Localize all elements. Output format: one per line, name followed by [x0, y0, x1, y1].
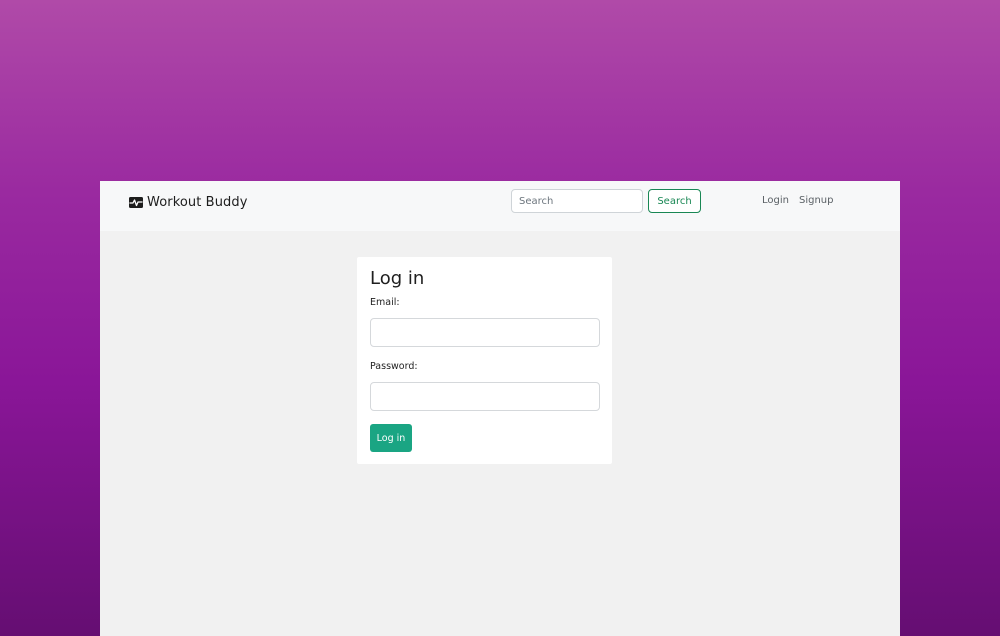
brand-link[interactable]: Workout Buddy — [129, 193, 248, 211]
login-title: Log in — [370, 268, 425, 289]
login-link[interactable]: Login — [762, 195, 789, 206]
brand-name: Workout Buddy — [147, 194, 248, 210]
email-label: Email: — [370, 297, 400, 308]
search-input[interactable] — [511, 189, 643, 213]
email-field[interactable] — [370, 318, 600, 347]
search-button[interactable]: Search — [648, 189, 701, 213]
app-window: Workout Buddy Search Login Signup Log in… — [100, 181, 900, 636]
signup-link[interactable]: Signup — [799, 195, 834, 206]
nav-links: Login Signup — [762, 195, 833, 206]
password-label: Password: — [370, 361, 418, 372]
login-submit-button[interactable]: Log in — [370, 424, 412, 452]
password-field[interactable] — [370, 382, 600, 411]
navbar: Workout Buddy Search Login Signup — [100, 181, 900, 231]
login-form: Log in Email: Password: Log in — [357, 257, 612, 464]
heart-pulse-icon — [129, 196, 143, 208]
